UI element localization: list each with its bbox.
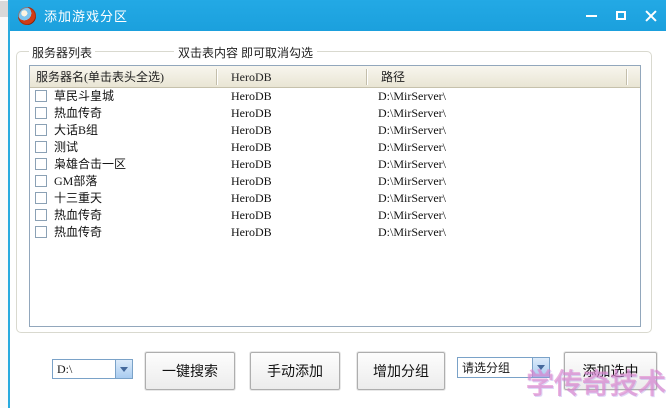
column-header-name[interactable]: 服务器名(单击表头全选) — [36, 66, 164, 88]
add-group-button[interactable]: 增加分组 — [357, 352, 445, 390]
table-row[interactable]: 热血传奇 HeroDB D:\MirServer\ — [30, 207, 640, 224]
one-key-search-button[interactable]: 一键搜索 — [145, 352, 235, 390]
row-server-name: 枭雄合击一区 — [54, 156, 126, 173]
row-server-name: 热血传奇 — [54, 224, 102, 241]
row-herodb: HeroDB — [231, 190, 272, 207]
row-checkbox[interactable] — [35, 175, 47, 187]
minimize-button[interactable] — [576, 0, 606, 31]
maximize-icon — [616, 11, 626, 20]
row-herodb: HeroDB — [231, 139, 272, 156]
row-path: D:\MirServer\ — [378, 156, 446, 173]
groupbox-hint: 双击表内容 即可取消勾选 — [174, 44, 317, 61]
table-header[interactable]: 服务器名(单击表头全选) HeroDB 路径 — [30, 66, 640, 88]
table-row[interactable]: GM部落 HeroDB D:\MirServer\ — [30, 173, 640, 190]
row-server-name: 热血传奇 — [54, 105, 102, 122]
row-path: D:\MirServer\ — [378, 88, 446, 105]
row-herodb: HeroDB — [231, 122, 272, 139]
table-row[interactable]: 热血传奇 HeroDB D:\MirServer\ — [30, 224, 640, 241]
groupbox-label: 服务器列表 — [29, 44, 95, 61]
row-herodb: HeroDB — [231, 207, 272, 224]
row-path: D:\MirServer\ — [378, 139, 446, 156]
row-checkbox[interactable] — [35, 141, 47, 153]
row-server-name: 大话B组 — [54, 122, 98, 139]
manual-add-button[interactable]: 手动添加 — [250, 352, 340, 390]
table-body: 草民斗皇城 HeroDB D:\MirServer\ 热血传奇 HeroDB D… — [30, 88, 640, 241]
row-checkbox[interactable] — [35, 158, 47, 170]
table-row[interactable]: 大话B组 HeroDB D:\MirServer\ — [30, 122, 640, 139]
row-server-name: 热血传奇 — [54, 207, 102, 224]
row-server-name: GM部落 — [54, 173, 97, 190]
drive-select-value: D:\ — [53, 362, 115, 377]
group-select-value: 请选分组 — [458, 359, 532, 376]
row-path: D:\MirServer\ — [378, 122, 446, 139]
screen: 添加游戏分区 服务器列表 双击表内容 即可取消勾选 服务器名(单击表头全选) H… — [0, 0, 666, 408]
row-herodb: HeroDB — [231, 105, 272, 122]
drive-select[interactable]: D:\ — [52, 359, 133, 379]
group-select[interactable]: 请选分组 — [457, 357, 550, 378]
row-herodb: HeroDB — [231, 173, 272, 190]
row-checkbox[interactable] — [35, 209, 47, 221]
titlebar: 添加游戏分区 — [10, 0, 666, 31]
minimize-icon — [586, 15, 597, 17]
column-divider — [216, 69, 217, 85]
row-checkbox[interactable] — [35, 90, 47, 102]
chevron-down-icon[interactable] — [532, 358, 549, 377]
table-row[interactable]: 草民斗皇城 HeroDB D:\MirServer\ — [30, 88, 640, 105]
close-button[interactable] — [636, 0, 666, 31]
background-window-sliver — [0, 0, 8, 408]
close-icon — [645, 10, 657, 22]
column-header-path[interactable]: 路径 — [381, 66, 405, 88]
row-server-name: 十三重天 — [54, 190, 102, 207]
row-checkbox[interactable] — [35, 226, 47, 238]
table-row[interactable]: 枭雄合击一区 HeroDB D:\MirServer\ — [30, 156, 640, 173]
column-divider — [626, 69, 627, 85]
column-divider — [366, 69, 367, 85]
window-title: 添加游戏分区 — [44, 6, 128, 25]
row-checkbox[interactable] — [35, 107, 47, 119]
add-selected-button[interactable]: 添加选中 — [564, 352, 657, 390]
add-game-partition-dialog: 添加游戏分区 服务器列表 双击表内容 即可取消勾选 服务器名(单击表头全选) H… — [8, 0, 666, 408]
table-row[interactable]: 十三重天 HeroDB D:\MirServer\ — [30, 190, 640, 207]
row-path: D:\MirServer\ — [378, 173, 446, 190]
maximize-button[interactable] — [606, 0, 636, 31]
chevron-down-icon[interactable] — [115, 360, 132, 378]
row-herodb: HeroDB — [231, 156, 272, 173]
row-server-name: 草民斗皇城 — [54, 88, 114, 105]
row-checkbox[interactable] — [35, 124, 47, 136]
row-path: D:\MirServer\ — [378, 190, 446, 207]
row-herodb: HeroDB — [231, 88, 272, 105]
row-path: D:\MirServer\ — [378, 207, 446, 224]
table-row[interactable]: 热血传奇 HeroDB D:\MirServer\ — [30, 105, 640, 122]
row-path: D:\MirServer\ — [378, 224, 446, 241]
row-path: D:\MirServer\ — [378, 105, 446, 122]
row-checkbox[interactable] — [35, 192, 47, 204]
window-controls — [576, 0, 666, 31]
background-window-fragment — [0, 1, 8, 17]
table-row[interactable]: 测试 HeroDB D:\MirServer\ — [30, 139, 640, 156]
column-header-db[interactable]: HeroDB — [231, 66, 272, 88]
app-icon — [18, 7, 36, 25]
server-table: 服务器名(单击表头全选) HeroDB 路径 草民斗皇城 HeroDB D:\M… — [29, 65, 641, 327]
row-herodb: HeroDB — [231, 224, 272, 241]
row-server-name: 测试 — [54, 139, 78, 156]
